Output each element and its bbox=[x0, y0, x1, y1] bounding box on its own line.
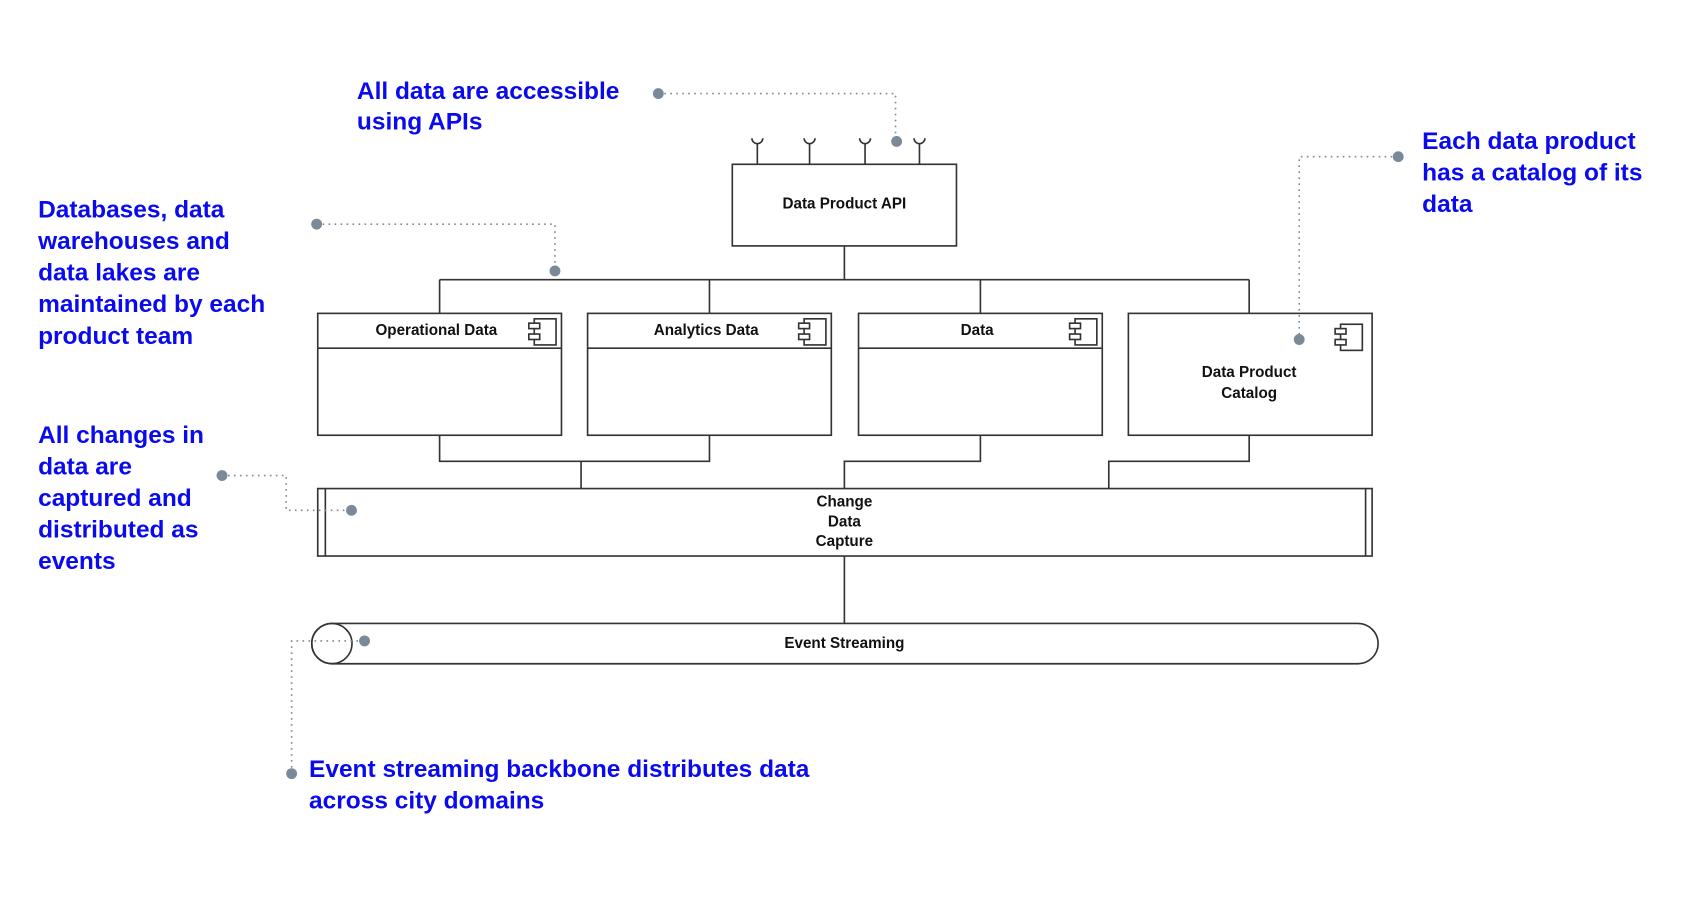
svg-text:All changes in: All changes in bbox=[38, 422, 204, 449]
svg-text:Change: Change bbox=[816, 494, 872, 511]
change-data-capture: Change Data Capture bbox=[316, 487, 1373, 557]
data-product-api: Data Product API bbox=[731, 163, 958, 247]
svg-text:data: data bbox=[1422, 191, 1473, 218]
svg-text:Data Product API: Data Product API bbox=[783, 196, 907, 213]
svg-text:warehouses and: warehouses and bbox=[37, 228, 230, 255]
api-bus-connector bbox=[438, 245, 1250, 314]
svg-text:captured and: captured and bbox=[38, 485, 192, 512]
event-streaming-queue: Event Streaming bbox=[310, 622, 1379, 665]
annotation-databases: Databases, data warehouses and data lake… bbox=[37, 197, 265, 350]
annotation-apis: All data are accessible using APIs bbox=[357, 78, 620, 135]
annotation-changes: All changes in data are captured and dis… bbox=[38, 422, 204, 575]
svg-text:using APIs: using APIs bbox=[357, 108, 483, 135]
svg-text:Data Product: Data Product bbox=[1202, 364, 1297, 381]
svg-text:Catalog: Catalog bbox=[1221, 385, 1277, 402]
analytics-data-component: Analytics Data bbox=[586, 312, 833, 437]
svg-text:All data are accessible: All data are accessible bbox=[357, 78, 620, 105]
svg-text:maintained by each: maintained by each bbox=[38, 291, 265, 318]
svg-text:Each data product: Each data product bbox=[1422, 128, 1635, 155]
svg-text:distributed as: distributed as bbox=[38, 516, 198, 543]
data-component: Data bbox=[857, 312, 1104, 437]
architecture-diagram: Data Product API Operational Data Analyt… bbox=[37, 78, 1642, 815]
annotation-streaming: Event streaming backbone distributes dat… bbox=[309, 756, 810, 815]
svg-text:product team: product team bbox=[38, 323, 193, 350]
svg-text:Event Streaming: Event Streaming bbox=[784, 635, 904, 652]
svg-text:Data: Data bbox=[961, 322, 995, 339]
svg-text:Event streaming backbone distr: Event streaming backbone distributes dat… bbox=[309, 756, 810, 783]
data-product-catalog-component: Data Product Catalog bbox=[1127, 312, 1373, 437]
svg-text:events: events bbox=[38, 548, 116, 575]
svg-text:data are: data are bbox=[38, 453, 132, 480]
svg-text:Analytics Data: Analytics Data bbox=[654, 322, 759, 339]
svg-text:Databases, data: Databases, data bbox=[38, 197, 225, 224]
svg-text:has a catalog of its: has a catalog of its bbox=[1422, 160, 1642, 187]
svg-text:Capture: Capture bbox=[816, 533, 874, 550]
svg-text:data lakes are: data lakes are bbox=[38, 260, 200, 287]
operational-data-component: Operational Data bbox=[316, 312, 563, 437]
svg-text:across city domains: across city domains bbox=[309, 787, 544, 814]
annotation-catalog: Each data product has a catalog of its d… bbox=[1422, 128, 1642, 218]
cdc-connectors bbox=[438, 435, 1250, 489]
svg-text:Data: Data bbox=[828, 513, 862, 530]
svg-text:Operational Data: Operational Data bbox=[375, 322, 497, 339]
